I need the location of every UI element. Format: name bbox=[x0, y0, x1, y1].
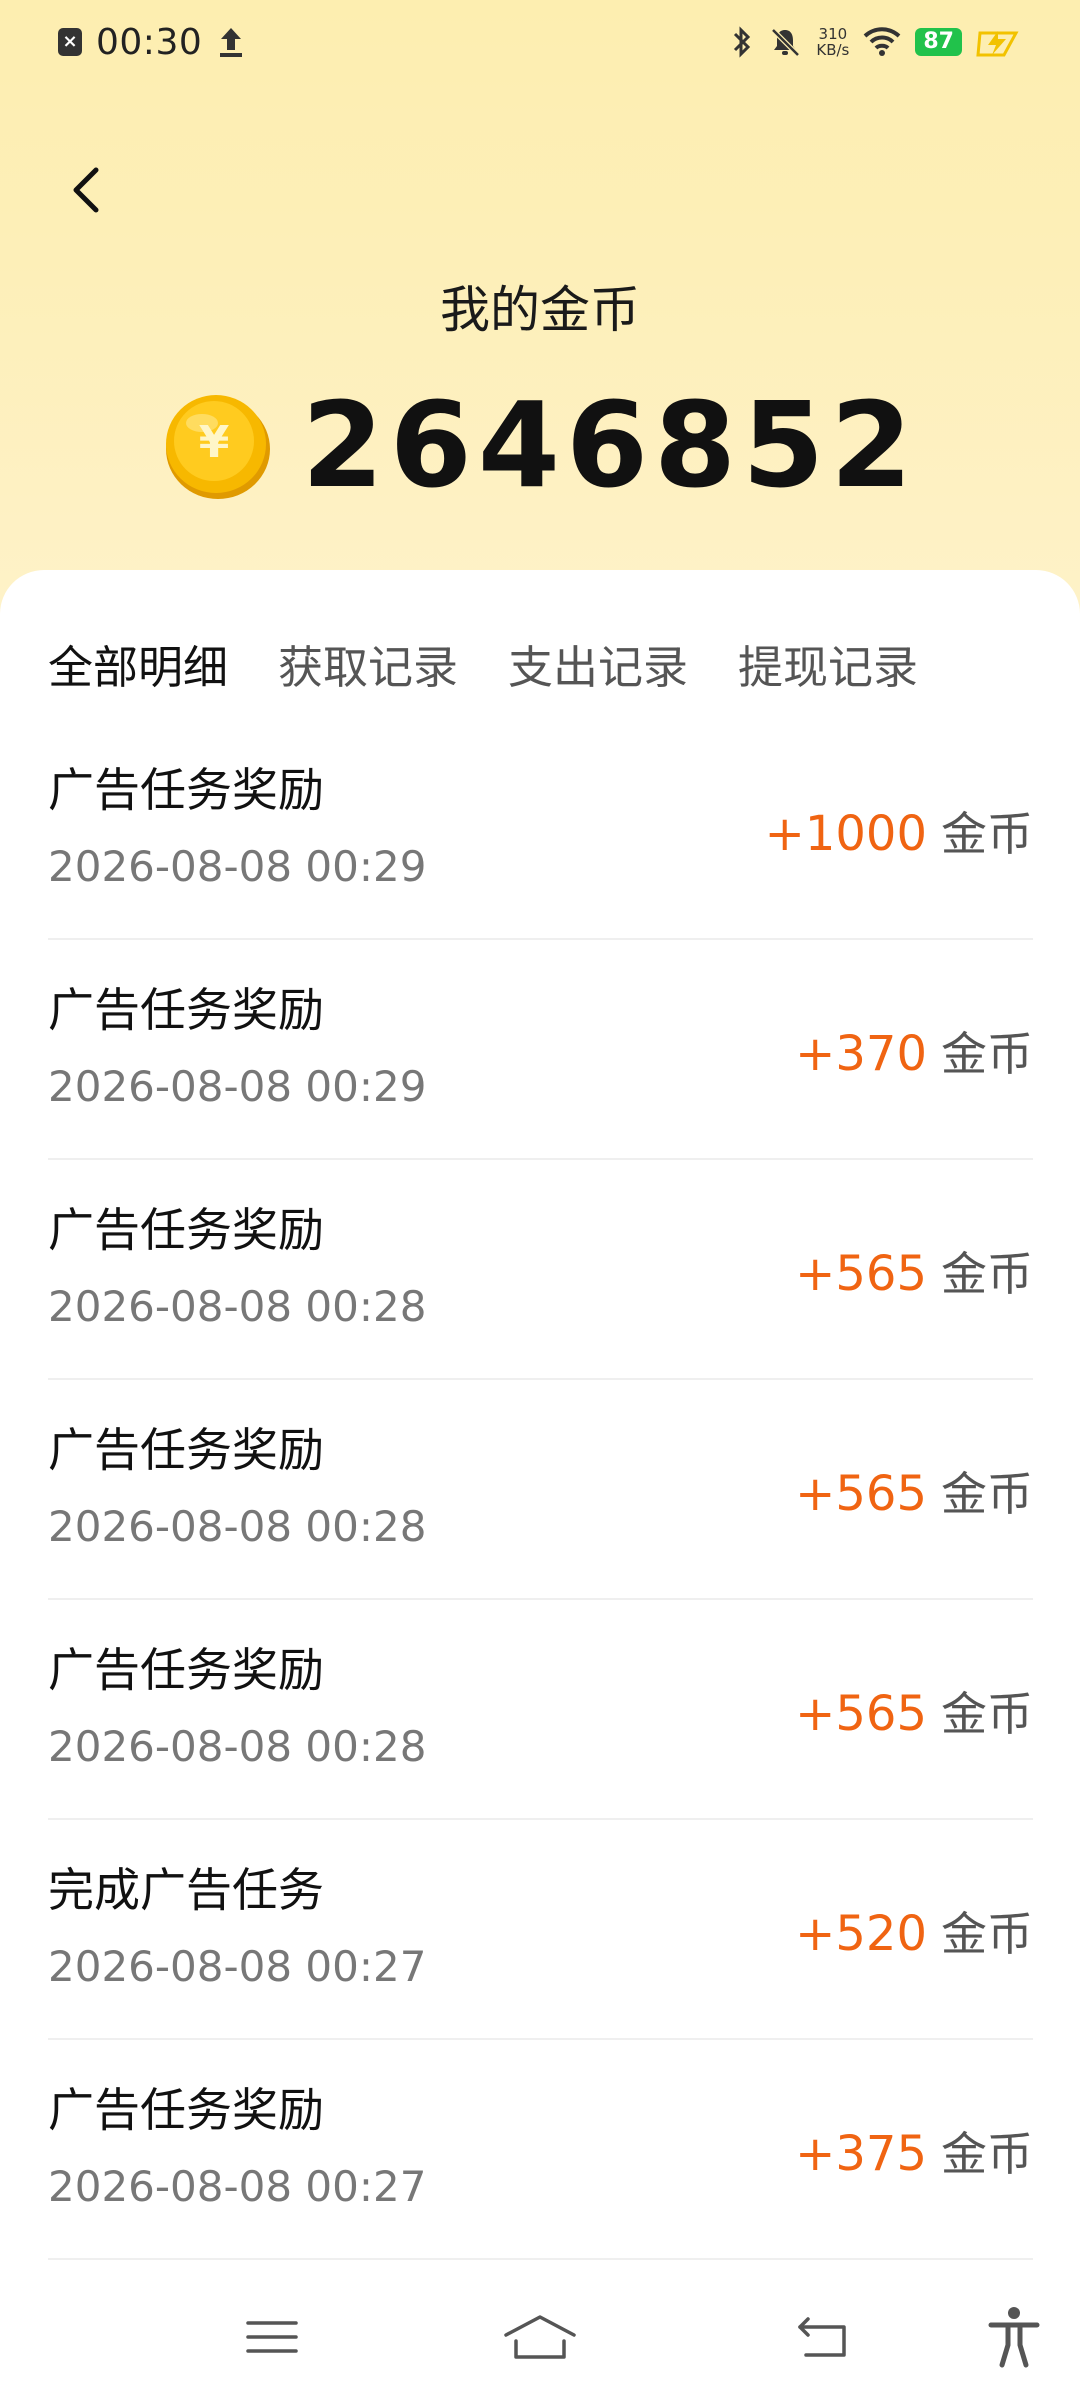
record-time: 2026-08-08 00:28 bbox=[48, 1722, 427, 1771]
network-speed: 310 KB/s bbox=[816, 26, 849, 58]
system-nav-bar bbox=[0, 2280, 1080, 2400]
record-title: 广告任务奖励 bbox=[48, 983, 324, 1037]
back-arrow-icon bbox=[73, 167, 99, 213]
record-time: 2026-08-08 00:28 bbox=[48, 1502, 427, 1551]
coin-icon: ¥ bbox=[165, 395, 270, 499]
record-row[interactable]: 广告任务奖励 2026-08-08 00:28 +565 金币 bbox=[48, 1380, 1033, 1600]
menu-icon bbox=[246, 2321, 298, 2353]
record-amount-value: +565 bbox=[795, 1686, 927, 1742]
record-title: 广告任务奖励 bbox=[48, 1203, 324, 1257]
record-amount-value: +565 bbox=[795, 1246, 927, 1302]
record-title: 广告任务奖励 bbox=[48, 1423, 324, 1477]
record-amount: +565 金币 bbox=[795, 1458, 1033, 1524]
coin-balance: ¥ 2646852 bbox=[0, 376, 1080, 514]
tab-withdraw-records[interactable]: 提现记录 bbox=[738, 631, 918, 696]
record-amount-unit: 金币 bbox=[941, 807, 1033, 861]
upload-icon bbox=[220, 28, 243, 57]
network-speed-value: 310 bbox=[818, 25, 848, 43]
home-button[interactable] bbox=[500, 2302, 580, 2372]
record-amount: +370 金币 bbox=[795, 1018, 1033, 1084]
battery-indicator: 87 bbox=[915, 28, 962, 56]
home-icon bbox=[504, 2315, 576, 2359]
record-title: 完成广告任务 bbox=[48, 1863, 324, 1917]
record-amount-unit: 金币 bbox=[941, 1247, 1033, 1301]
tab-all-details[interactable]: 全部明细 bbox=[48, 631, 228, 696]
coin-symbol: ¥ bbox=[198, 417, 229, 468]
record-amount-unit: 金币 bbox=[941, 2127, 1033, 2181]
tab-expense-records[interactable]: 支出记录 bbox=[508, 631, 688, 696]
accessibility-button[interactable] bbox=[974, 2302, 1054, 2372]
record-time: 2026-08-08 00:27 bbox=[48, 2162, 427, 2211]
network-speed-unit: KB/s bbox=[816, 41, 850, 59]
record-amount-value: +370 bbox=[795, 1026, 927, 1082]
record-time: 2026-08-08 00:28 bbox=[48, 1282, 427, 1331]
back-button[interactable] bbox=[56, 150, 116, 230]
record-amount: +1000 金币 bbox=[765, 798, 1033, 864]
menu-button[interactable] bbox=[232, 2302, 312, 2372]
status-right: 310 KB/s 87 bbox=[730, 18, 1020, 66]
record-tabs: 全部明细 获取记录 支出记录 提现记录 bbox=[48, 628, 918, 698]
status-left: × 00:30 bbox=[58, 18, 246, 66]
record-row[interactable]: 完成广告任务 2026-08-08 00:27 +520 金币 bbox=[48, 1820, 1033, 2040]
records-card: 全部明细 获取记录 支出记录 提现记录 广告任务奖励 2026-08-08 00… bbox=[0, 570, 1080, 2400]
record-row[interactable]: 广告任务奖励 2026-08-08 00:29 +370 金币 bbox=[48, 940, 1033, 1160]
record-amount: +375 金币 bbox=[795, 2118, 1033, 2184]
record-amount: +565 金币 bbox=[795, 1678, 1033, 1744]
record-row[interactable]: 广告任务奖励 2026-08-08 00:28 +565 金币 bbox=[48, 1600, 1033, 1820]
record-amount-value: +520 bbox=[795, 1906, 927, 1962]
record-amount-value: +565 bbox=[795, 1466, 927, 1522]
record-list: 广告任务奖励 2026-08-08 00:29 +1000 金币 广告任务奖励 … bbox=[48, 720, 1033, 2260]
record-row[interactable]: 广告任务奖励 2026-08-08 00:27 +375 金币 bbox=[48, 2040, 1033, 2260]
wifi-icon bbox=[864, 27, 901, 56]
record-amount-unit: 金币 bbox=[941, 1907, 1033, 1961]
tab-income-records[interactable]: 获取记录 bbox=[278, 631, 458, 696]
balance-value: 2646852 bbox=[301, 376, 919, 514]
record-amount-unit: 金币 bbox=[941, 1467, 1033, 1521]
record-title: 广告任务奖励 bbox=[48, 763, 324, 817]
page-title: 我的金币 bbox=[440, 281, 640, 339]
record-time: 2026-08-08 00:29 bbox=[48, 842, 427, 891]
record-amount: +565 金币 bbox=[795, 1238, 1033, 1304]
record-row[interactable]: 广告任务奖励 2026-08-08 00:28 +565 金币 bbox=[48, 1160, 1033, 1380]
charging-icon bbox=[976, 31, 1019, 57]
status-time: 00:30 bbox=[96, 21, 203, 63]
record-amount-unit: 金币 bbox=[941, 1687, 1033, 1741]
record-title: 广告任务奖励 bbox=[48, 1643, 324, 1697]
record-time: 2026-08-08 00:27 bbox=[48, 1942, 427, 1991]
bluetooth-icon bbox=[734, 26, 751, 58]
mute-bell-icon bbox=[771, 28, 801, 57]
record-amount-unit: 金币 bbox=[941, 1027, 1033, 1081]
record-row[interactable]: 广告任务奖励 2026-08-08 00:29 +1000 金币 bbox=[48, 720, 1033, 940]
return-icon bbox=[798, 2317, 846, 2357]
record-amount-value: +375 bbox=[795, 2126, 927, 2182]
record-title: 广告任务奖励 bbox=[48, 2083, 324, 2137]
record-amount: +520 金币 bbox=[795, 1898, 1033, 1964]
return-button[interactable] bbox=[784, 2302, 864, 2372]
record-amount-value: +1000 bbox=[764, 806, 927, 862]
record-time: 2026-08-08 00:29 bbox=[48, 1062, 427, 1111]
notification-icon: × bbox=[58, 28, 82, 56]
accessibility-icon bbox=[988, 2307, 1040, 2368]
status-bar: × 00:30 310 KB/s 87 bbox=[0, 0, 1080, 84]
